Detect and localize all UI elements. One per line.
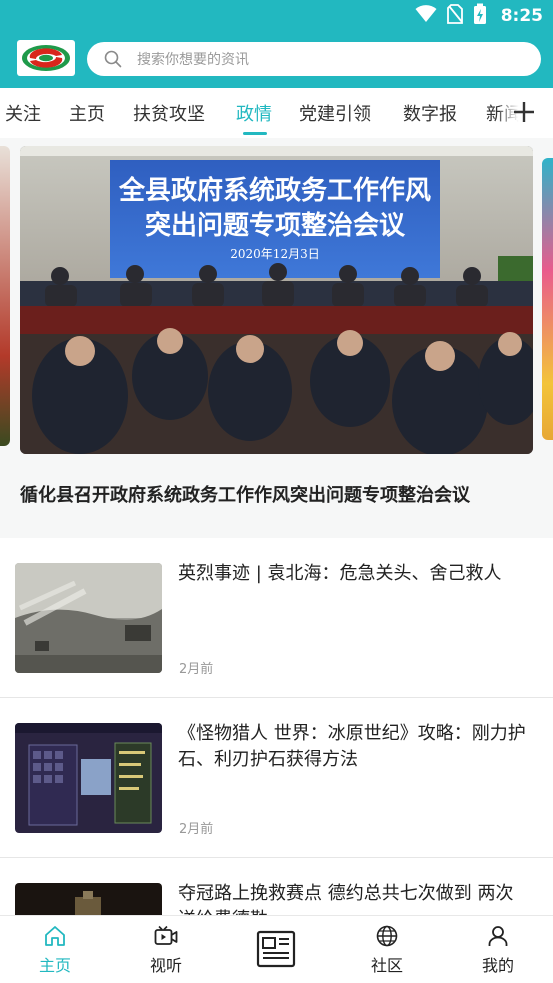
news-item[interactable]: 英烈事迹 | 袁北海：危急关头、舍己救人 2月前: [0, 538, 553, 698]
headline-carousel: 全县政府系统政务工作作风 突出问题专项整治会议 2020年12月3日 循化县召开…: [0, 138, 553, 538]
newspaper-icon[interactable]: [255, 928, 297, 970]
tab-digital-paper[interactable]: 数字报: [403, 100, 457, 126]
person-icon: [486, 924, 510, 948]
battery-charging-icon: [473, 3, 487, 29]
nav-me-label: 我的: [481, 956, 514, 975]
app-header: 8:25 搜索你想要的资讯: [0, 0, 553, 88]
search-icon: [103, 49, 123, 69]
plus-icon[interactable]: [511, 99, 537, 125]
banner-text-date: 2020年12月3日: [230, 247, 319, 261]
news-item[interactable]: 夺冠路上挽救赛点 德约总共七次做到 两次送给费德勒: [0, 858, 553, 918]
news-title: 夺冠路上挽救赛点 德约总共七次做到 两次送给费德勒: [178, 883, 514, 918]
news-item[interactable]: 《怪物猎人 世界：冰原世纪》攻略：刚力护石、利刃护石获得方法 2月前: [0, 698, 553, 858]
search-bar[interactable]: 搜索你想要的资讯: [87, 42, 541, 76]
globe-icon: [375, 924, 399, 948]
news-title: 英烈事迹 | 袁北海：危急关头、舍己救人: [178, 563, 502, 584]
tab-home[interactable]: 主页: [69, 100, 105, 126]
wifi-icon: [415, 5, 437, 27]
news-thumbnail: [15, 723, 162, 833]
no-sim-icon: [446, 4, 463, 28]
app-logo[interactable]: [17, 40, 75, 76]
nav-me[interactable]: 我的: [458, 916, 538, 983]
tab-follow[interactable]: 关注: [5, 100, 41, 126]
status-bar: 8:25: [415, 3, 543, 29]
news-thumbnail: [15, 883, 162, 918]
category-tabs: 关注 主页 扶贫攻坚 政情 党建引领 数字报 新闻: [0, 88, 553, 138]
nav-video-label: 视听: [149, 956, 182, 975]
nav-community-label: 社区: [370, 956, 403, 975]
banner-text-line2: 突出问题专项整治会议: [145, 210, 406, 241]
news-time: 2月前: [179, 662, 214, 677]
carousel-next-slide[interactable]: [542, 158, 553, 440]
nav-home[interactable]: 主页: [15, 916, 95, 983]
active-tab-indicator: [243, 132, 267, 135]
status-time: 8:25: [500, 6, 543, 26]
tab-politics[interactable]: 政情: [236, 100, 272, 126]
nav-home-label: 主页: [38, 956, 71, 975]
news-thumbnail: [15, 563, 162, 673]
nav-community[interactable]: 社区: [347, 916, 427, 983]
bottom-navigation: 主页 视听 社区 我的: [0, 915, 553, 983]
banner-text-line1: 全县政府系统政务工作作风: [118, 175, 431, 206]
headline-title[interactable]: 循化县召开政府系统政务工作作风突出问题专项整治会议: [20, 481, 470, 507]
nav-video[interactable]: 视听: [126, 916, 206, 983]
carousel-prev-slide[interactable]: [0, 146, 10, 446]
news-title: 《怪物猎人 世界：冰原世纪》攻略：刚力护石、利刃护石获得方法: [178, 723, 526, 770]
tab-poverty[interactable]: 扶贫攻坚: [133, 100, 205, 126]
video-icon: [154, 924, 178, 948]
news-time: 2月前: [179, 822, 214, 837]
headline-image[interactable]: 全县政府系统政务工作作风 突出问题专项整治会议 2020年12月3日: [20, 146, 533, 454]
tab-party[interactable]: 党建引领: [299, 100, 371, 126]
search-input[interactable]: 搜索你想要的资讯: [137, 49, 249, 69]
home-icon: [43, 924, 67, 948]
